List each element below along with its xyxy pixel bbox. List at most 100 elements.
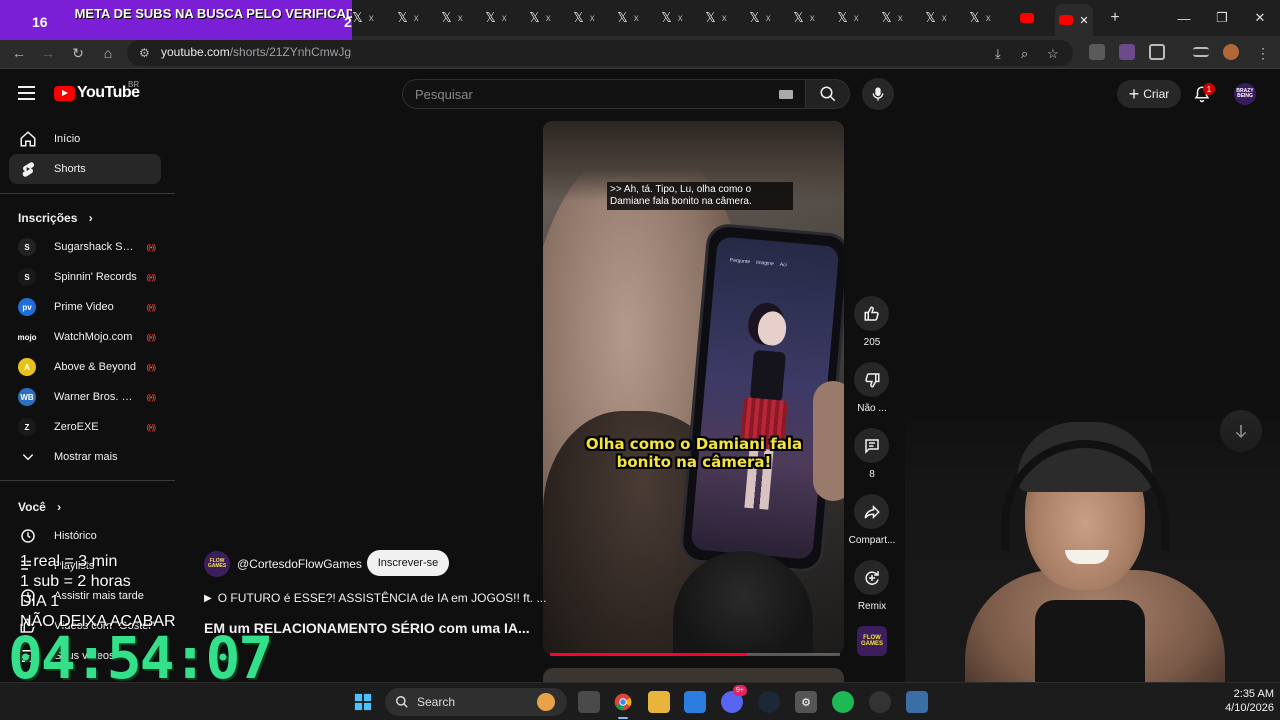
address-bar[interactable]: ⚙ youtube.com/shorts/21ZYnhCmwJg ⤓ ⌕ ☆ <box>127 40 1073 66</box>
subscriptions-header[interactable]: Inscrições › <box>18 211 93 225</box>
shorts-video-player[interactable]: Pergunte Imagine Aci >> Ah, tá. Tipo, Lu… <box>543 121 844 655</box>
browser-tab[interactable]: 𝕏x <box>564 8 604 28</box>
browser-tab[interactable]: 𝕏x <box>520 8 560 28</box>
close-window-button[interactable]: ✕ <box>1240 8 1280 28</box>
share-button[interactable] <box>854 494 889 529</box>
tab-close-icon[interactable]: x <box>546 13 551 24</box>
tab-close-icon[interactable]: x <box>986 13 991 24</box>
tab-close-icon[interactable]: x <box>369 13 374 24</box>
extension-icon[interactable] <box>1089 44 1105 60</box>
subscription-item[interactable]: S Spinnin' Records ((•)) <box>9 262 161 292</box>
menu-icon[interactable] <box>18 86 35 100</box>
subscribe-button[interactable]: Inscrever-se <box>367 550 449 576</box>
comments-button[interactable] <box>854 428 889 463</box>
calculator-icon[interactable] <box>906 691 928 713</box>
subscription-item[interactable]: S Sugarshack Ses... ((•)) <box>9 232 161 262</box>
tab-close-icon[interactable]: x <box>590 13 595 24</box>
shorts-icon <box>18 159 38 179</box>
related-video-link[interactable]: ▶ O FUTURO é ESSE?! ASSISTÊNCIA de IA em… <box>204 591 546 605</box>
search-input[interactable]: Pesquisar <box>402 79 806 109</box>
bookmark-star-icon[interactable]: ☆ <box>1047 46 1059 62</box>
channel-avatar[interactable]: FLOW GAMES <box>204 551 230 577</box>
subscription-item[interactable]: WB Warner Bros. Ent... ((•)) <box>9 382 161 412</box>
search-button[interactable] <box>806 79 850 109</box>
tab-close-icon[interactable]: x <box>854 13 859 24</box>
sidebar-item-home[interactable]: Início <box>9 124 161 154</box>
chrome-icon[interactable] <box>612 691 634 713</box>
tab-close-icon[interactable]: x <box>502 13 507 24</box>
site-info-icon[interactable]: ⚙ <box>139 46 150 60</box>
media-control-icon[interactable] <box>1193 47 1209 57</box>
new-tab-button[interactable]: + <box>1095 8 1135 28</box>
tab-close-icon[interactable]: x <box>942 13 947 24</box>
dislike-button[interactable] <box>854 362 889 397</box>
back-icon[interactable]: ← <box>8 42 30 64</box>
extensions-puzzle-icon[interactable] <box>1149 44 1165 60</box>
channel-name[interactable]: @CortesdoFlowGames <box>237 557 362 571</box>
recording-app-icon[interactable] <box>869 691 891 713</box>
tab-close-icon[interactable]: x <box>678 13 683 24</box>
remix-button[interactable] <box>854 560 889 595</box>
video-progress-bar[interactable] <box>550 653 840 656</box>
tab-close-icon[interactable]: x <box>810 13 815 24</box>
system-clock[interactable]: 2:35 AM 4/10/2026 <box>1225 687 1274 715</box>
tab-close-icon[interactable]: x <box>722 13 727 24</box>
active-tab[interactable]: ✕ <box>1055 4 1093 36</box>
like-button[interactable] <box>854 296 889 331</box>
browser-tab[interactable]: 𝕏x <box>696 8 736 28</box>
browser-tab[interactable]: 𝕏x <box>784 8 824 28</box>
reload-icon[interactable]: ↻ <box>67 42 89 64</box>
next-short-preview[interactable] <box>543 668 844 682</box>
subscription-item[interactable]: pv Prime Video ((•)) <box>9 292 161 322</box>
sidebar-item-history[interactable]: Histórico <box>9 521 161 551</box>
spotify-icon[interactable] <box>832 691 854 713</box>
share-label: Compart... <box>848 535 896 546</box>
browser-tab[interactable]: 𝕏x <box>652 8 692 28</box>
you-header[interactable]: Você › <box>18 500 61 514</box>
browser-tab[interactable]: 𝕏x <box>916 8 956 28</box>
chrome-menu-icon[interactable]: ⋮ <box>1252 42 1274 64</box>
tab-close-icon[interactable]: x <box>634 13 639 24</box>
browser-tab[interactable]: 𝕏x <box>476 8 516 28</box>
tab-close-icon[interactable]: ✕ <box>1079 14 1088 27</box>
tab-close-icon[interactable]: x <box>458 13 463 24</box>
steam-icon[interactable] <box>758 691 780 713</box>
show-more-button[interactable]: Mostrar mais <box>9 442 161 472</box>
browser-tab[interactable]: 𝕏x <box>960 8 1000 28</box>
minimize-button[interactable]: — <box>1164 8 1204 28</box>
account-avatar[interactable]: BRAZY BEING <box>1234 83 1256 105</box>
tab-close-icon[interactable]: x <box>766 13 771 24</box>
browser-tab[interactable]: 𝕏x <box>740 8 780 28</box>
sidebar-item-shorts[interactable]: Shorts <box>9 154 161 184</box>
create-button[interactable]: + Criar <box>1117 80 1181 108</box>
subscription-item[interactable]: Z ZeroEXE ((•)) <box>9 412 161 442</box>
profile-avatar[interactable] <box>1223 44 1239 60</box>
file-explorer-icon[interactable] <box>648 691 670 713</box>
browser-tab[interactable]: 𝕏x <box>872 8 912 28</box>
zoom-icon[interactable]: ⌕ <box>1021 46 1028 62</box>
store-icon[interactable] <box>684 691 706 713</box>
subscription-item[interactable]: A Above & Beyond ((•)) <box>9 352 161 382</box>
browser-tab[interactable]: 𝕏x <box>828 8 868 28</box>
youtube-logo[interactable]: YouTube BR <box>54 80 140 102</box>
youtube-tab[interactable] <box>1010 8 1050 28</box>
browser-tab[interactable]: 𝕏x <box>608 8 648 28</box>
settings-gear-icon[interactable]: ⚙ <box>795 691 817 713</box>
extension-icon[interactable] <box>1119 44 1135 60</box>
browser-tab[interactable]: 𝕏x <box>388 8 428 28</box>
windows-start-icon[interactable] <box>352 691 374 713</box>
history-icon <box>18 526 38 546</box>
channel-thumbnail[interactable]: FLOW GAMES <box>857 626 887 656</box>
tab-close-icon[interactable]: x <box>898 13 903 24</box>
install-icon[interactable]: ⤓ <box>995 46 1001 62</box>
task-view-icon[interactable] <box>578 691 600 713</box>
subscription-item[interactable]: mojo WatchMojo.com ((•)) <box>9 322 161 352</box>
forward-icon[interactable]: → <box>37 42 59 64</box>
home-icon[interactable]: ⌂ <box>97 42 119 64</box>
taskbar-search[interactable]: Search <box>385 688 567 716</box>
tab-close-icon[interactable]: x <box>414 13 419 24</box>
browser-tab[interactable]: 𝕏x <box>432 8 472 28</box>
maximize-button[interactable]: ❐ <box>1202 8 1242 28</box>
voice-search-button[interactable] <box>862 78 894 110</box>
keyboard-icon[interactable] <box>779 90 793 99</box>
